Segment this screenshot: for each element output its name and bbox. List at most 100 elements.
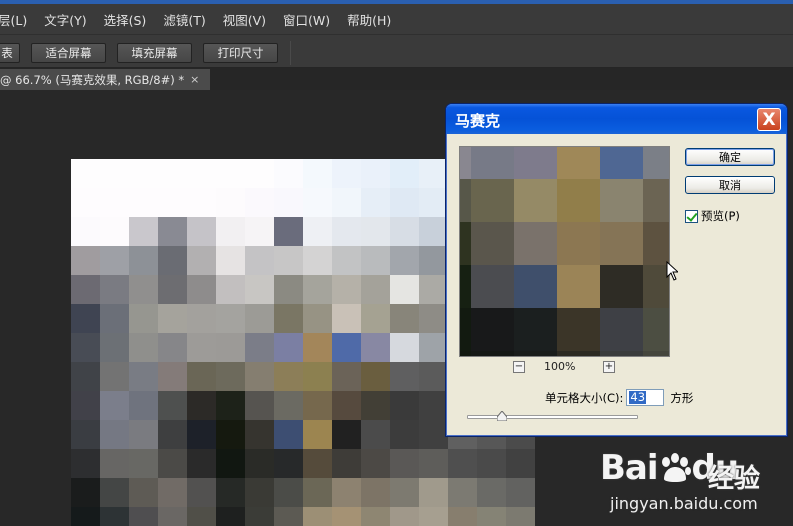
ok-button[interactable]: 确定 [685, 148, 775, 166]
mosaic-tile [303, 159, 332, 188]
menu-select[interactable]: 选择(S) [96, 10, 156, 29]
mosaic-tile [332, 507, 361, 526]
mosaic-tile [129, 246, 158, 275]
mosaic-tile [129, 507, 158, 526]
mosaic-tile [419, 362, 448, 391]
mosaic-tile [361, 246, 390, 275]
mosaic-tile [187, 275, 216, 304]
preview-label: 预览(P) [701, 209, 740, 223]
dialog-title-bar[interactable]: 马赛克 X [446, 104, 787, 134]
mosaic-tile [245, 188, 274, 217]
mosaic-tile [216, 217, 245, 246]
preview-tile [471, 222, 514, 265]
preview-tile [600, 351, 643, 356]
mosaic-tile [274, 333, 303, 362]
mosaic-tile [332, 159, 361, 188]
preview-tile [643, 351, 669, 356]
print-size-button[interactable]: 打印尺寸 [203, 43, 278, 63]
close-icon[interactable]: X [757, 108, 781, 131]
menu-window[interactable]: 窗口(W) [275, 10, 339, 29]
mosaic-tile [332, 217, 361, 246]
preview-tile [460, 179, 471, 222]
cell-size-slider[interactable] [467, 415, 638, 419]
partial-option-button[interactable]: 表 [0, 43, 20, 63]
menu-type[interactable]: 文字(Y) [36, 10, 95, 29]
preview-tile [514, 351, 557, 356]
fit-screen-button[interactable]: 适合屏幕 [31, 43, 106, 63]
mosaic-tile [216, 246, 245, 275]
mosaic-tile [361, 159, 390, 188]
cell-size-input[interactable]: 43 [626, 389, 665, 406]
mosaic-tile [187, 391, 216, 420]
dialog-body: − 100% + 确定 取消 预览(P) 单元格大小(C): 43 方形 [449, 134, 784, 434]
mosaic-tile [332, 391, 361, 420]
mosaic-tile [303, 449, 332, 478]
mosaic-tile [506, 478, 535, 507]
preview-tile [514, 265, 557, 308]
preview-tile [471, 308, 514, 351]
mosaic-tile [303, 304, 332, 333]
mosaic-tile [129, 362, 158, 391]
mosaic-tile [187, 478, 216, 507]
zoom-out-button[interactable]: − [513, 361, 525, 373]
mouse-cursor-icon [666, 261, 678, 281]
menu-layer[interactable]: 层(L) [0, 10, 36, 29]
preview-checkbox[interactable]: 预览(P) [685, 208, 740, 224]
mosaic-tile [216, 333, 245, 362]
mosaic-tile [245, 362, 274, 391]
cancel-button[interactable]: 取消 [685, 176, 775, 194]
mosaic-tile [158, 478, 187, 507]
mosaic-tile [71, 449, 100, 478]
baidu-jingyan-text: 经验 [708, 464, 761, 494]
mosaic-tile [419, 275, 448, 304]
menu-help[interactable]: 帮助(H) [339, 10, 400, 29]
mosaic-tile [245, 304, 274, 333]
mosaic-tile [158, 391, 187, 420]
preview-tile [600, 308, 643, 351]
mosaic-tile [419, 391, 448, 420]
menu-view[interactable]: 视图(V) [215, 10, 275, 29]
mosaic-tile [245, 217, 274, 246]
tab-close-icon[interactable]: × [190, 73, 199, 86]
cell-size-label: 单元格大小(C): [545, 390, 624, 405]
mosaic-tile [506, 507, 535, 526]
mosaic-tile [187, 362, 216, 391]
mosaic-tile [419, 478, 448, 507]
mosaic-tile [129, 304, 158, 333]
mosaic-tile [158, 188, 187, 217]
checkbox-checked-icon[interactable] [685, 209, 698, 223]
zoom-in-button[interactable]: + [603, 361, 615, 373]
mosaic-tile [71, 159, 100, 188]
mosaic-tile [187, 333, 216, 362]
slider-thumb-icon[interactable] [497, 411, 507, 421]
mosaic-tile [158, 420, 187, 449]
mosaic-tile [187, 159, 216, 188]
mosaic-tile [419, 188, 448, 217]
cell-size-value: 43 [629, 390, 647, 404]
mosaic-tile [71, 246, 100, 275]
mosaic-tile [477, 507, 506, 526]
mosaic-tile [419, 507, 448, 526]
mosaic-tile [187, 507, 216, 526]
mosaic-tile [158, 275, 187, 304]
mosaic-tile [361, 507, 390, 526]
mosaic-tile [274, 188, 303, 217]
document-tab[interactable]: @ 66.7% (马赛克效果, RGB/8#) * × [0, 69, 210, 90]
mosaic-tile [245, 507, 274, 526]
mosaic-tile [100, 275, 129, 304]
preview-tile [643, 308, 669, 351]
mosaic-tile [71, 188, 100, 217]
fill-screen-button[interactable]: 填充屏幕 [117, 43, 192, 63]
filter-preview[interactable] [459, 146, 670, 357]
mosaic-tile [100, 478, 129, 507]
preview-tile [643, 147, 669, 179]
mosaic-tile [245, 275, 274, 304]
menu-filter[interactable]: 滤镜(T) [155, 10, 214, 29]
mosaic-tile [303, 507, 332, 526]
mosaic-tile [187, 304, 216, 333]
mosaic-tile [361, 188, 390, 217]
mosaic-tile [506, 449, 535, 478]
preview-tile [514, 147, 557, 179]
mosaic-dialog: 马赛克 X − 100% + 确定 取消 预览(P) 单元格大小(C): 43 … [445, 103, 788, 437]
mosaic-tile [100, 159, 129, 188]
